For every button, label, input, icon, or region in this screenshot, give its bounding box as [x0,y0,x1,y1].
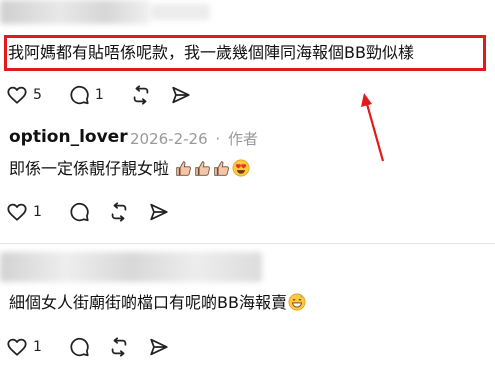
username[interactable]: option_lover [9,127,128,147]
grinning-sweat-emoji [288,293,306,311]
share-icon [170,84,192,106]
blurred-username [0,0,150,24]
share-button[interactable] [148,336,170,358]
comment-icon [68,336,90,358]
comment-date: 2026-2-26 [130,130,208,148]
repost-button[interactable] [108,201,130,223]
repost-icon [108,336,130,358]
comment-divider [0,243,495,244]
like-button[interactable]: 1 [6,201,50,223]
author-badge: 作者 [227,130,258,148]
share-button[interactable] [148,201,170,223]
reply-count: 1 [94,87,104,103]
like-button[interactable]: 1 [6,336,50,358]
share-icon [148,336,170,358]
blurred-username [0,252,262,282]
heart-icon [6,201,28,223]
like-count: 1 [33,339,42,355]
thumbs-up-emoji [194,160,211,177]
heart-eyes-emoji [232,159,250,177]
repost-button[interactable] [130,84,152,106]
share-button[interactable] [170,84,192,106]
reply-button[interactable] [68,336,90,358]
reply-button[interactable] [68,201,90,223]
comment-body: 細個女人街廟街啲檔口有呢啲BB海報賣 [9,293,287,312]
repost-button[interactable] [108,336,130,358]
like-button[interactable]: 5 [6,84,50,106]
comment-actions: 1 [6,199,188,225]
share-icon [148,201,170,223]
blurred-meta [150,4,210,20]
like-count: 5 [33,87,42,103]
comment-icon [68,84,90,106]
thumbs-up-emoji [213,160,230,177]
meta-separator: · [215,130,221,148]
comment-actions: 5 1 [6,82,210,108]
comment-text: 即係一定係靚仔靚女啦 [9,158,250,180]
repost-icon [108,201,130,223]
like-count: 1 [33,204,42,220]
heart-icon [6,336,28,358]
thumbs-up-emoji [175,160,192,177]
comment-body: 即係一定係靚仔靚女啦 [9,159,170,178]
comment-text: 細個女人街廟街啲檔口有呢啲BB海報賣 [9,292,306,314]
heart-icon [6,84,28,106]
repost-icon [130,84,152,106]
comment-actions: 1 [6,334,188,360]
comment-text: 我阿媽都有貼唔係呢款，我一歲幾個陣同海報個BB勁似樣 [8,43,414,62]
comment-icon [68,201,90,223]
reply-button[interactable]: 1 [68,84,112,106]
comment-meta: 2026-2-26 · 作者 [130,128,258,149]
